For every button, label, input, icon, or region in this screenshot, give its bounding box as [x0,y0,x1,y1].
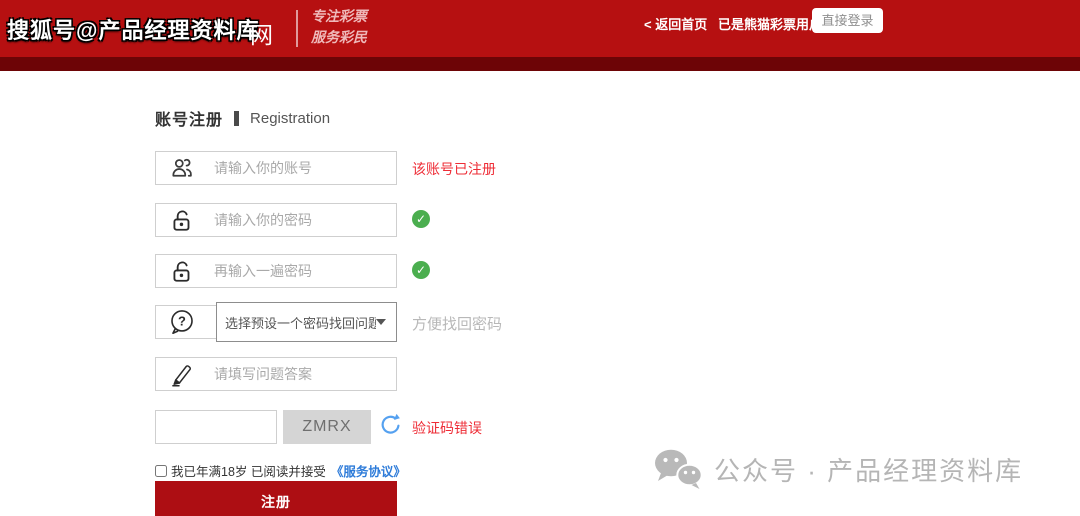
answer-field-row [155,357,397,391]
account-error-text: 该账号已注册 [412,159,496,179]
age-agreement-checkbox[interactable] [155,465,167,477]
direct-login-button[interactable]: 直接登录 [812,8,883,33]
registration-page: 搜狐号@产品经理资料库 网 专注彩票 服务彩民 < 返回首页 已是熊猫彩票用户?… [0,0,1080,516]
agreement-text: 我已年满18岁 已阅读并接受 [171,461,326,480]
refresh-captcha-icon[interactable] [378,412,403,437]
site-logo-suffix: 网 [250,16,274,50]
page-title: 账号注册 Registration [155,106,330,130]
password-field-row [155,203,397,237]
wechat-watermark: 公众号 · 产品经理资料库 [652,447,1023,491]
security-question-hint: 方便找回密码 [412,313,502,334]
header: 搜狐号@产品经理资料库 网 专注彩票 服务彩民 < 返回首页 已是熊猫彩票用户?… [0,0,1080,57]
wechat-icon [652,447,704,491]
title-divider-bar [234,111,239,126]
unlock-icon [156,207,208,233]
security-question-select[interactable]: 选择预设一个密码找回问题 [216,302,397,342]
page-title-en: Registration [250,110,330,127]
agreement-row: 我已年满18岁 已阅读并接受 《服务协议》 [155,461,406,480]
svg-text:?: ? [178,314,186,329]
slogan-line2: 服务彩民 [311,28,367,49]
password-confirm-field-row [155,254,397,288]
captcha-error-text: 验证码错误 [412,418,482,438]
password-confirm-input[interactable] [208,263,396,279]
account-field-row [155,151,397,185]
users-icon [156,155,208,181]
sohu-watermark: 搜狐号@产品经理资料库 [7,13,259,45]
slogan-divider [296,10,298,47]
page-title-cn: 账号注册 [155,106,223,130]
pencil-icon [156,361,208,387]
account-input[interactable] [208,160,396,176]
answer-input[interactable] [208,366,396,382]
back-home-link[interactable]: < 返回首页 [644,14,707,33]
header-slogan: 专注彩票 服务彩民 [311,7,367,49]
chevron-down-icon [376,319,386,325]
register-button[interactable]: 注册 [155,481,397,516]
captcha-input[interactable] [155,410,277,444]
question-bubble-icon: ? [156,308,208,336]
password-input[interactable] [208,212,396,228]
password-confirm-valid-check-icon: ✓ [412,261,430,279]
service-agreement-link[interactable]: 《服务协议》 [331,461,406,480]
header-bottom-strip [0,57,1080,71]
wechat-watermark-text: 公众号 · 产品经理资料库 [714,451,1023,488]
captcha-image: ZMRX [283,410,371,444]
security-question-selected-value: 选择预设一个密码找回问题 [217,313,376,332]
slogan-line1: 专注彩票 [311,7,367,28]
unlock-icon [156,258,208,284]
password-valid-check-icon: ✓ [412,210,430,228]
